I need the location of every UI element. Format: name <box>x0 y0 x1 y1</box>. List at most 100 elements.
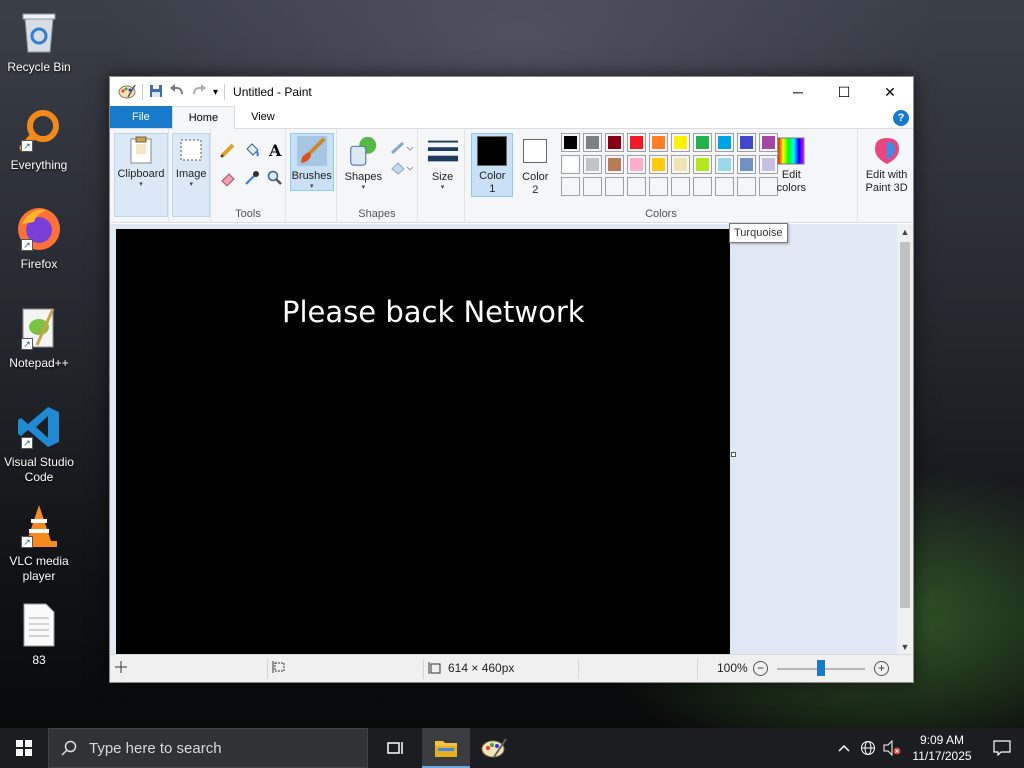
color-swatch[interactable] <box>671 155 691 174</box>
color-swatch[interactable] <box>671 177 691 196</box>
folder-icon <box>435 741 457 757</box>
save-icon[interactable] <box>149 84 163 101</box>
color-swatch[interactable] <box>715 177 735 196</box>
color-swatch[interactable] <box>649 155 669 174</box>
shapes-button[interactable]: Shapes ▾ <box>341 133 385 195</box>
close-button[interactable]: ✕ <box>867 77 913 107</box>
fill-bucket-icon[interactable] <box>243 141 261 159</box>
eraser-icon[interactable] <box>219 169 237 187</box>
volume-muted-icon[interactable] <box>880 728 904 768</box>
vertical-scrollbar[interactable]: ▲ ▼ <box>897 224 913 655</box>
zoom-in-button[interactable]: + <box>874 661 889 676</box>
task-view-button[interactable] <box>372 728 420 768</box>
desktop-icon-label: VLC media player <box>9 554 69 583</box>
color-swatch[interactable] <box>693 155 713 174</box>
desktop-icon-file-83[interactable]: 83 <box>2 601 76 668</box>
zoom-out-button[interactable]: − <box>753 661 768 676</box>
shortcut-arrow-icon: ↗ <box>21 239 33 251</box>
text-tool-icon[interactable]: A <box>266 141 284 160</box>
help-icon[interactable]: ? <box>893 110 909 126</box>
color-swatch[interactable] <box>627 155 647 174</box>
brushes-button[interactable]: Brushes ▾ <box>289 133 334 191</box>
desktop-icon-recycle-bin[interactable]: Recycle Bin <box>2 8 76 75</box>
color-swatch[interactable] <box>693 133 713 152</box>
shortcut-arrow-icon: ↗ <box>21 140 33 152</box>
color-swatch[interactable] <box>649 133 669 152</box>
swatch-color <box>586 180 600 193</box>
maximize-button[interactable]: ☐ <box>821 77 867 107</box>
color-swatch[interactable] <box>627 133 647 152</box>
color-swatch[interactable] <box>605 155 625 174</box>
notifications-icon[interactable] <box>980 728 1024 768</box>
color-swatch[interactable] <box>737 177 757 196</box>
canvas-text: Please back Network <box>282 295 585 329</box>
color1-button[interactable]: Color 1 <box>471 133 514 197</box>
network-globe-icon[interactable] <box>856 728 880 768</box>
canvas-resize-handle[interactable] <box>731 452 736 457</box>
size-button[interactable]: Size ▾ <box>422 133 464 195</box>
scroll-down-arrow[interactable]: ▼ <box>897 639 913 655</box>
color-picker-icon[interactable] <box>243 169 261 187</box>
color-swatch[interactable] <box>715 155 735 174</box>
pencil-icon[interactable] <box>219 141 237 159</box>
chevron-up-icon[interactable] <box>832 728 856 768</box>
swatch-color <box>652 136 666 149</box>
minimize-button[interactable]: ─ <box>775 77 821 107</box>
swatch-color <box>564 180 578 193</box>
color-swatch[interactable] <box>583 177 603 196</box>
desktop-icon-everything[interactable]: ↗ Everything <box>2 106 76 173</box>
title-bar[interactable]: ▾ Untitled - Paint ─ ☐ ✕ <box>110 77 913 107</box>
color-swatch[interactable] <box>693 177 713 196</box>
shape-outline-icon[interactable] <box>389 139 415 157</box>
start-button[interactable] <box>0 728 48 768</box>
tab-home[interactable]: Home <box>171 106 236 129</box>
color-swatch[interactable] <box>605 133 625 152</box>
scroll-up-arrow[interactable]: ▲ <box>897 224 913 240</box>
magnifier-icon[interactable] <box>266 169 284 187</box>
color-swatch[interactable] <box>737 155 757 174</box>
drawing-canvas[interactable]: Please back Network <box>116 229 730 655</box>
edit-with-paint3d-button[interactable]: Edit with Paint 3D <box>860 135 914 197</box>
color1-swatch <box>476 134 508 168</box>
color-swatch[interactable] <box>649 177 669 196</box>
paint-window: ▾ Untitled - Paint ─ ☐ ✕ File Home View … <box>109 76 914 683</box>
color-swatch[interactable] <box>737 133 757 152</box>
desktop-icon-firefox[interactable]: ↗ Firefox <box>2 205 76 272</box>
scrollbar-thumb[interactable] <box>900 242 910 608</box>
chevron-down-icon: ▾ <box>440 184 445 191</box>
taskbar-paint[interactable] <box>470 728 518 768</box>
shapes-icon <box>347 133 379 169</box>
toolbar-separator <box>224 84 226 100</box>
undo-icon[interactable] <box>169 83 185 101</box>
paint-app-icon[interactable] <box>118 83 136 102</box>
desktop-icon-notepadpp[interactable]: ↗ Notepad++ <box>2 304 76 371</box>
desktop-icon-label: Everything <box>10 158 68 172</box>
zoom-slider-thumb[interactable] <box>817 660 825 676</box>
redo-icon[interactable] <box>191 83 207 101</box>
color2-button[interactable]: Color 2 <box>515 133 555 197</box>
desktop-icon-label: Visual Studio Code <box>4 455 74 484</box>
desktop-icon-label: Notepad++ <box>9 356 69 370</box>
color-swatch[interactable] <box>671 133 691 152</box>
color-swatch[interactable] <box>583 155 603 174</box>
desktop-icon-vscode[interactable]: ↗ Visual Studio Code <box>2 403 76 485</box>
clock[interactable]: 9:09 AM 11/17/2025 <box>904 732 980 764</box>
shape-fill-icon[interactable] <box>389 159 415 177</box>
desktop-icon-vlc[interactable]: ↗ VLC media player <box>2 502 76 584</box>
customize-qa-dropdown-icon[interactable]: ▾ <box>213 87 218 98</box>
color-swatch[interactable] <box>715 133 735 152</box>
image-button[interactable]: Image ▾ <box>172 133 211 217</box>
taskbar-file-explorer[interactable] <box>422 728 470 768</box>
taskbar-search-box[interactable]: Type here to search <box>48 728 368 768</box>
tab-view[interactable]: View <box>235 106 291 128</box>
clipboard-button[interactable]: Clipboard ▾ <box>114 133 168 217</box>
color-swatch[interactable] <box>627 177 647 196</box>
color-swatch[interactable] <box>605 177 625 196</box>
color-swatch[interactable] <box>561 177 581 196</box>
color-swatch[interactable] <box>561 155 581 174</box>
color-swatch[interactable] <box>583 133 603 152</box>
canvas-workspace[interactable]: Please back Network <box>110 224 899 655</box>
color-swatch[interactable] <box>561 133 581 152</box>
edit-colors-button[interactable]: Edit colors <box>771 135 811 197</box>
tab-file[interactable]: File <box>110 106 172 128</box>
